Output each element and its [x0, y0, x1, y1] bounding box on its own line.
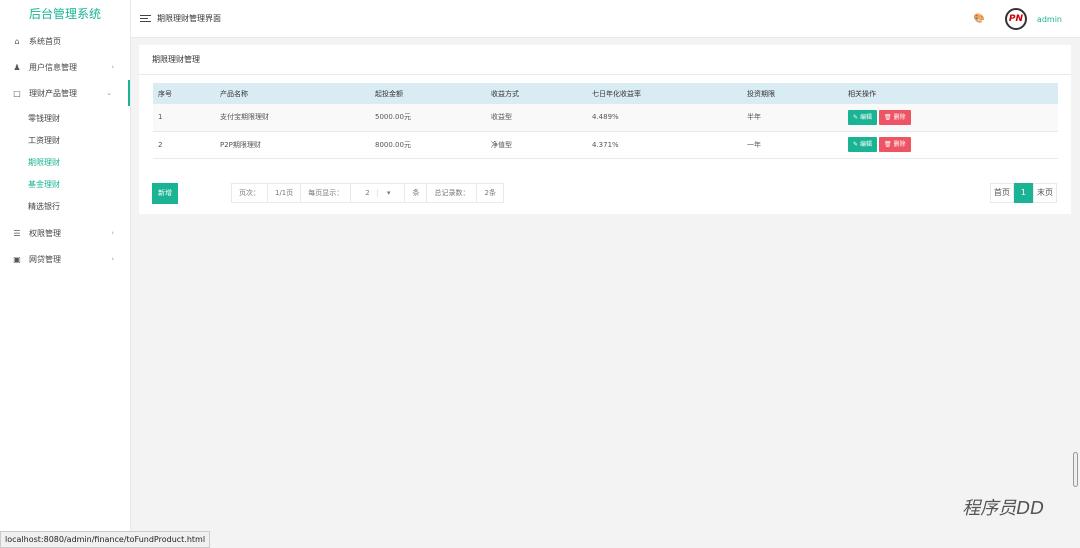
current-page-link[interactable]: 1	[1013, 183, 1033, 203]
user-name[interactable]: admin	[1037, 15, 1062, 24]
per-page-label: 每页显示：	[301, 184, 352, 202]
sidebar-submenu: 零钱理财 工资理财 期限理财 基金理财 精选银行	[0, 106, 130, 220]
caret-down-icon: ▾	[386, 189, 391, 197]
cell-term: 半年	[742, 104, 843, 132]
avatar[interactable]: PN	[1004, 8, 1027, 30]
cell-term: 一年	[742, 131, 843, 159]
sidebar-item-label: 权限管理	[29, 228, 61, 238]
cell-amount: 5000.00元	[370, 104, 486, 132]
product-table: 序号 产品名称 起投金额 收益方式 七日年化收益率 投资期限 相关操作 1 支付…	[153, 83, 1058, 159]
product-icon: □	[13, 88, 21, 98]
chevron-down-icon: ⌄	[106, 89, 112, 97]
app-logo-title: 后台管理系统	[28, 7, 101, 21]
column-header: 相关操作	[848, 89, 876, 98]
pencil-icon: ✎	[853, 141, 860, 148]
cell-actions: ✎ 编辑 🗑 删除	[843, 104, 1058, 132]
cell-id: 1	[153, 104, 215, 132]
column-header: 收益方式	[491, 89, 519, 98]
table-header-row: 序号 产品名称 起投金额 收益方式 七日年化收益率 投资期限 相关操作	[153, 83, 1058, 104]
add-button[interactable]: 新增	[152, 183, 178, 204]
pager-info: 页次： 1/1页 每页显示： 2 ▾ 条 总记录数： 2条	[231, 183, 504, 203]
palette-icon[interactable]: 🎨	[974, 14, 985, 24]
chevron-right-icon: ›	[111, 255, 114, 263]
scrollbar[interactable]	[1073, 452, 1078, 487]
sidebar-subitem-bank[interactable]: 精选银行	[0, 196, 130, 218]
table-row: 2 P2P期限理财 8000.00元 净值型 4.371% 一年 ✎ 编辑 🗑 删…	[153, 131, 1058, 159]
home-icon: ⌂	[14, 36, 20, 46]
delete-button[interactable]: 🗑 删除	[878, 109, 911, 125]
last-page-link[interactable]: 末页	[1033, 183, 1057, 203]
edit-label: 编辑	[859, 141, 872, 148]
chevron-right-icon: ›	[111, 229, 114, 237]
cell-income-type: 净值型	[486, 131, 587, 159]
page-value: 1/1页	[268, 184, 302, 202]
per-page-unit: 条	[405, 184, 428, 202]
sidebar-subitem-term[interactable]: 期限理财	[0, 152, 130, 174]
permission-icon: ☰	[13, 228, 21, 238]
pager-row: 新增 页次： 1/1页 每页显示： 2 ▾ 条 总记录数： 2条 首页 1 末页	[152, 183, 1057, 204]
total-value: 2条	[484, 189, 496, 197]
sidebar-item-home[interactable]: ⌂ 系统首页	[0, 28, 130, 54]
edit-label: 编辑	[859, 113, 872, 121]
cell-name: P2P期限理财	[215, 131, 370, 159]
delete-button[interactable]: 🗑 删除	[878, 137, 911, 152]
sidebar-item-users[interactable]: ♟ 用户信息管理 ›	[0, 54, 130, 80]
pencil-icon: ✎	[853, 113, 860, 121]
menu-toggle-icon[interactable]	[140, 15, 151, 22]
page-label: 页次：	[232, 184, 268, 202]
sidebar-item-label: 网贷管理	[29, 254, 61, 264]
edit-button[interactable]: ✎ 编辑	[848, 137, 877, 152]
sidebar-item-label: 用户信息管理	[29, 62, 77, 72]
top-header: 期限理财管理界面 🎨 PN admin	[131, 0, 1080, 38]
edit-button[interactable]: ✎ 编辑	[848, 109, 877, 125]
sidebar-subitem-change[interactable]: 零钱理财	[0, 108, 130, 130]
sidebar-item-loan[interactable]: ▣ 网贷管理 ›	[0, 246, 130, 272]
page-title: 期限理财管理界面	[157, 14, 221, 23]
sidebar-item-permission[interactable]: ☰ 权限管理 ›	[0, 220, 130, 246]
sidebar-item-products[interactable]: □ 理财产品管理 ⌄	[0, 80, 130, 106]
cell-income-type: 收益型	[486, 104, 587, 132]
sidebar-subitem-fund[interactable]: 基金理财	[0, 174, 130, 196]
column-header: 起投金额	[375, 89, 403, 98]
column-header: 七日年化收益率	[592, 89, 641, 98]
sidebar-subitem-salary[interactable]: 工资理财	[0, 130, 130, 152]
cell-rate: 4.371%	[587, 131, 742, 159]
loan-icon: ▣	[13, 254, 21, 264]
delete-label: 删除	[893, 141, 906, 148]
watermark: 程序员DD	[962, 498, 1044, 519]
sidebar: 后台管理系统 ⌂ 系统首页 ♟ 用户信息管理 › □ 理财产品管理 ⌄ 零钱理财…	[0, 0, 131, 548]
table-row: 1 支付宝期限理财 5000.00元 收益型 4.489% 半年 ✎ 编辑 🗑 删…	[153, 104, 1058, 132]
cell-rate: 4.489%	[587, 104, 742, 132]
pagination: 首页 1 末页	[989, 183, 1057, 203]
status-bar-url: localhost:8080/admin/finance/toFundProdu…	[0, 531, 211, 548]
sidebar-item-label: 系统首页	[29, 36, 61, 46]
cell-actions: ✎ 编辑 🗑 删除	[843, 131, 1058, 159]
column-header: 投资期限	[747, 89, 775, 98]
panel-title: 期限理财管理	[139, 45, 1071, 75]
first-page-link[interactable]: 首页	[989, 183, 1014, 203]
content-panel: 期限理财管理 序号 产品名称 起投金额 收益方式 七日年化收益率 投资期限 相关…	[139, 45, 1071, 214]
cell-name: 支付宝期限理财	[215, 104, 370, 132]
column-header: 序号	[158, 89, 172, 98]
total-label: 总记录数：	[427, 184, 478, 202]
delete-label: 删除	[893, 113, 906, 121]
chevron-right-icon: ›	[111, 63, 114, 71]
sidebar-item-label: 理财产品管理	[29, 88, 77, 98]
column-header: 产品名称	[220, 89, 248, 98]
users-icon: ♟	[13, 62, 21, 72]
per-page-value: 2	[358, 189, 378, 197]
per-page-select[interactable]: 2 ▾	[351, 184, 406, 202]
cell-id: 2	[153, 131, 215, 159]
header-right: 🎨 PN admin	[974, 0, 1062, 38]
cell-amount: 8000.00元	[370, 131, 486, 159]
